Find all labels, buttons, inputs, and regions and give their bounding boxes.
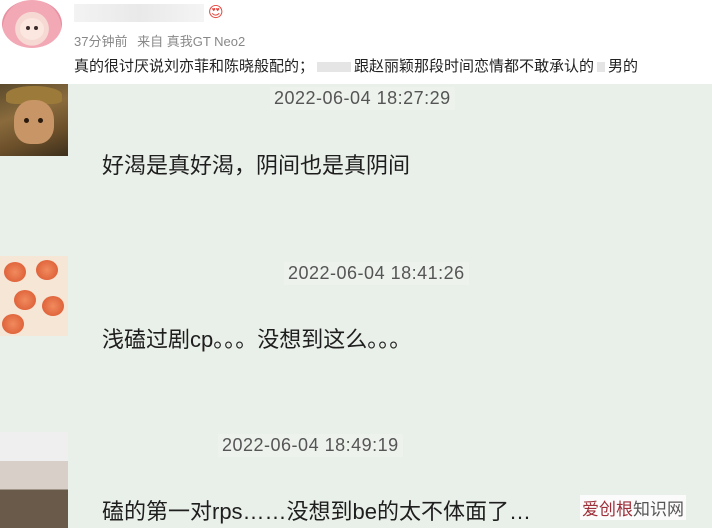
chat-avatar[interactable] <box>0 256 68 336</box>
message-timestamp: 2022-06-04 18:49:19 <box>218 434 403 457</box>
time-ago: 37分钟前 <box>74 34 128 49</box>
avatar-eye <box>26 26 30 30</box>
comment-header: 😍 37分钟前 来自 真我GT Neo2 真的很讨厌说刘亦菲和陈晓般配的； 跟赵丽… <box>0 0 712 84</box>
message-timestamp: 2022-06-04 18:27:29 <box>270 87 455 110</box>
redacted-text <box>597 62 606 73</box>
comment-part-2: 跟赵丽颖那段时间恋情都不敢承认的 <box>354 58 595 75</box>
redacted-text <box>317 62 352 73</box>
avatar-eye <box>24 118 29 123</box>
heart-eyes-emoji-icon: 😍 <box>208 4 224 21</box>
post-source[interactable]: 来自 真我GT Neo2 <box>137 34 245 49</box>
user-avatar[interactable] <box>2 0 62 48</box>
message-text: 好渴是真好渴，阴间也是真阴间 <box>102 153 411 178</box>
avatar-flower <box>2 314 24 334</box>
chat-message: 2022-06-04 18:41:26 浅磕过剧cp。。。没想到这么。。。 <box>0 252 712 412</box>
message-timestamp: 2022-06-04 18:41:26 <box>284 262 469 285</box>
chat-message: 2022-06-04 18:27:29 好渴是真好渴，阴间也是真阴间 <box>0 84 712 244</box>
message-text: 浅磕过剧cp。。。没想到这么。。。 <box>102 327 412 352</box>
watermark-brand: 爱创根 <box>582 500 633 519</box>
post-meta: 37分钟前 来自 真我GT Neo2 <box>74 31 251 50</box>
comment-part-3: 男的 <box>608 58 639 75</box>
avatar-face <box>14 100 54 144</box>
comment-text: 真的很讨厌说刘亦菲和陈晓般配的； 跟赵丽颖那段时间恋情都不敢承认的 男的 <box>74 55 638 76</box>
watermark-suffix: 知识网 <box>633 500 684 519</box>
username-redacted[interactable] <box>74 4 204 22</box>
avatar-face <box>20 18 44 40</box>
avatar-flower <box>4 262 26 282</box>
chat-screenshot: 2022-06-04 18:27:29 好渴是真好渴，阴间也是真阴间 2022-… <box>0 84 712 528</box>
chat-avatar[interactable] <box>0 84 68 156</box>
avatar-flower <box>36 260 58 280</box>
site-watermark: 爱创根知识网 <box>580 495 686 520</box>
chat-avatar[interactable] <box>0 432 68 528</box>
comment-part-1: 真的很讨厌说刘亦菲和陈晓般配的； <box>74 58 315 75</box>
avatar-flower <box>14 290 36 310</box>
avatar-flower <box>42 296 64 316</box>
avatar-eye <box>34 26 38 30</box>
message-text: 磕的第一对rps……没想到be的太不体面了… <box>102 499 532 524</box>
avatar-eye <box>38 118 43 123</box>
